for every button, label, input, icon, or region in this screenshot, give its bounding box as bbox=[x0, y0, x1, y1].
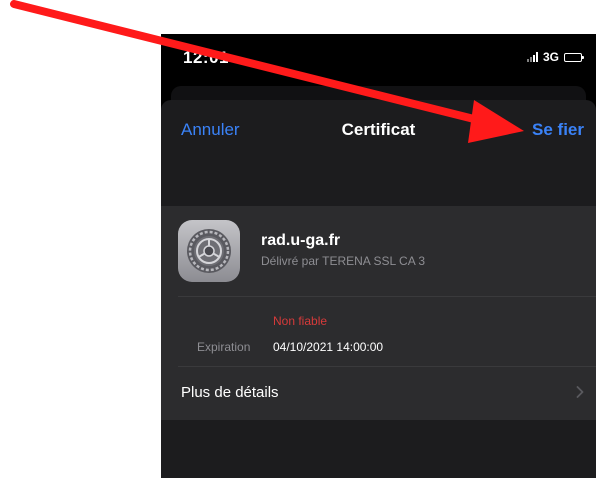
divider bbox=[178, 366, 596, 367]
phone-screen: 12:01 3G Annuler Certificat Se fier rad.… bbox=[161, 34, 596, 478]
signal-icon bbox=[526, 52, 538, 62]
certificate-card: rad.u-ga.fr Délivré par TERENA SSL CA 3 … bbox=[161, 206, 596, 420]
certificate-issuer: Délivré par TERENA SSL CA 3 bbox=[261, 254, 426, 268]
trust-button[interactable]: Se fier bbox=[532, 120, 584, 140]
divider bbox=[178, 296, 596, 297]
expiration-label: Expiration bbox=[197, 340, 251, 354]
more-details-row[interactable]: Plus de détails bbox=[161, 366, 596, 420]
chevron-right-icon bbox=[576, 386, 584, 398]
nav-bar: Annuler Certificat Se fier bbox=[161, 100, 596, 162]
more-details-label: Plus de détails bbox=[181, 384, 279, 401]
status-indicators: 3G bbox=[526, 50, 584, 64]
page-title: Certificat bbox=[341, 120, 416, 139]
trust-status: Non fiable bbox=[273, 314, 328, 328]
status-time: 12:01 bbox=[183, 48, 229, 67]
certificate-name: rad.u-ga.fr bbox=[261, 232, 341, 249]
certificate-header: rad.u-ga.fr Délivré par TERENA SSL CA 3 bbox=[161, 206, 596, 296]
expiration-value: 04/10/2021 14:00:00 bbox=[273, 340, 384, 354]
settings-gear-icon bbox=[178, 220, 240, 282]
network-type: 3G bbox=[542, 50, 559, 64]
certificate-sheet: Annuler Certificat Se fier rad.u-ga.fr D… bbox=[161, 100, 596, 478]
status-bar: 12:01 3G bbox=[161, 34, 596, 92]
screenshot-stage: 12:01 3G Annuler Certificat Se fier rad.… bbox=[0, 0, 596, 478]
battery-icon bbox=[564, 52, 584, 62]
